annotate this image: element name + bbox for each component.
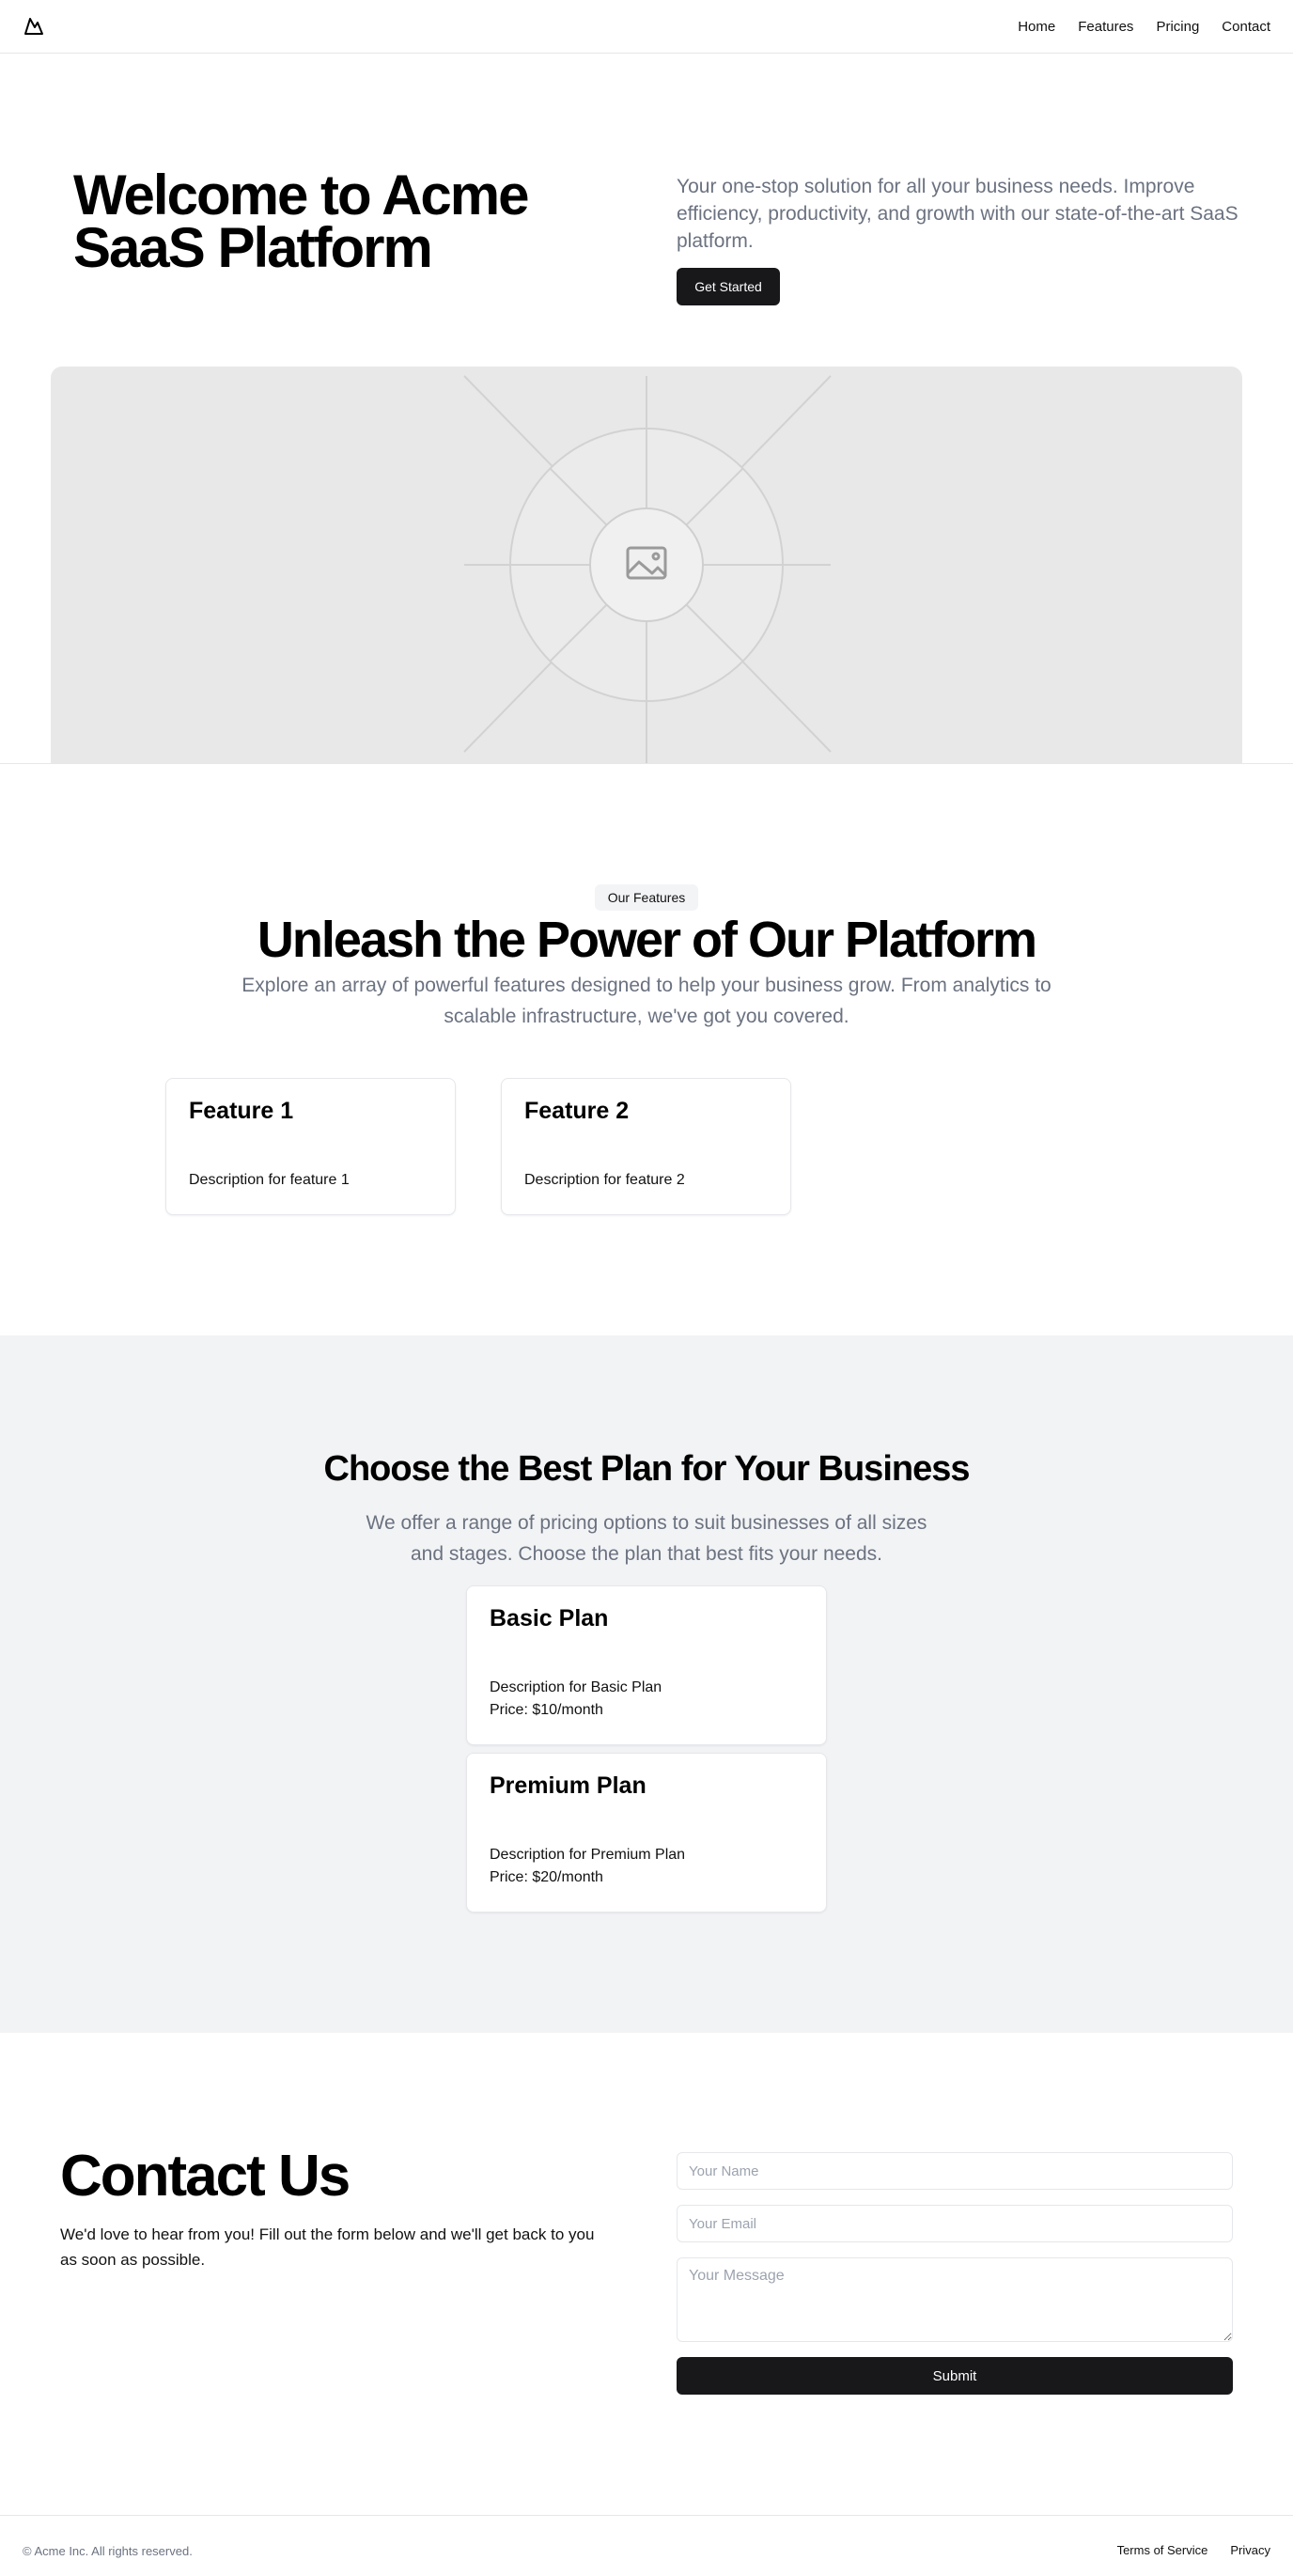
- name-input[interactable]: [677, 2152, 1233, 2190]
- nav-pricing-link[interactable]: Pricing: [1156, 19, 1199, 35]
- footer-links: Terms of Service Privacy: [1117, 2543, 1270, 2557]
- main-nav: Home Features Pricing Contact: [1018, 0, 1270, 54]
- pricing-subtitle: We offer a range of pricing options to s…: [366, 1512, 927, 1565]
- features-title: Unleash the Power of Our Platform: [257, 912, 1037, 968]
- plan-price: Price: $10/month: [490, 1702, 603, 1718]
- plan-description-text: Description for Basic Plan: [490, 1679, 662, 1695]
- plan-title: Premium Plan: [490, 1772, 646, 1799]
- hero-image: [51, 367, 1242, 764]
- plan-card-basic: Basic Plan Description for Basic Plan Pr…: [466, 1585, 827, 1745]
- plan-card-premium: Premium Plan Description for Premium Pla…: [466, 1753, 827, 1912]
- plan-description: Description for Premium Plan Price: $20/…: [490, 1844, 685, 1889]
- terms-link[interactable]: Terms of Service: [1117, 2543, 1208, 2557]
- mountain-logo-icon[interactable]: [23, 15, 45, 38]
- site-header: Home Features Pricing Contact: [0, 0, 1293, 54]
- feature-card: Feature 2 Description for feature 2: [501, 1078, 791, 1215]
- hero-subtitle: Your one-stop solution for all your busi…: [677, 176, 1238, 252]
- site-footer: © Acme Inc. All rights reserved. Terms o…: [0, 2515, 1293, 2576]
- feature-card: Feature 1 Description for feature 1: [165, 1078, 456, 1215]
- message-textarea[interactable]: [677, 2257, 1233, 2342]
- nav-features-link[interactable]: Features: [1078, 19, 1133, 35]
- feature-card-description: Description for feature 2: [524, 1172, 685, 1188]
- image-placeholder-icon: [463, 375, 832, 764]
- pricing-title: Choose the Best Plan for Your Business: [323, 1449, 971, 1489]
- features-badge: Our Features: [595, 884, 698, 911]
- plan-price: Price: $20/month: [490, 1869, 603, 1885]
- plan-description-text: Description for Premium Plan: [490, 1847, 686, 1863]
- submit-button[interactable]: Submit: [677, 2357, 1233, 2395]
- privacy-link[interactable]: Privacy: [1230, 2543, 1270, 2557]
- get-started-button[interactable]: Get Started: [677, 268, 780, 305]
- features-subtitle: Explore an array of powerful features de…: [241, 975, 1052, 1027]
- email-input[interactable]: [677, 2205, 1233, 2242]
- feature-card-description: Description for feature 1: [189, 1172, 350, 1188]
- plan-description: Description for Basic Plan Price: $10/mo…: [490, 1677, 662, 1722]
- hero-title: Welcome to Acme SaaS Platform: [73, 164, 530, 279]
- feature-card-title: Feature 2: [524, 1098, 630, 1124]
- feature-card-title: Feature 1: [189, 1098, 294, 1124]
- contact-title: Contact Us: [60, 2144, 351, 2209]
- section-divider: [0, 763, 1293, 764]
- contact-subtitle: We'd love to hear from you! Fill out the…: [60, 2225, 595, 2269]
- copyright-text: © Acme Inc. All rights reserved.: [23, 2544, 193, 2558]
- nav-home-link[interactable]: Home: [1018, 19, 1055, 35]
- nav-contact-link[interactable]: Contact: [1222, 19, 1270, 35]
- plan-title: Basic Plan: [490, 1605, 609, 1631]
